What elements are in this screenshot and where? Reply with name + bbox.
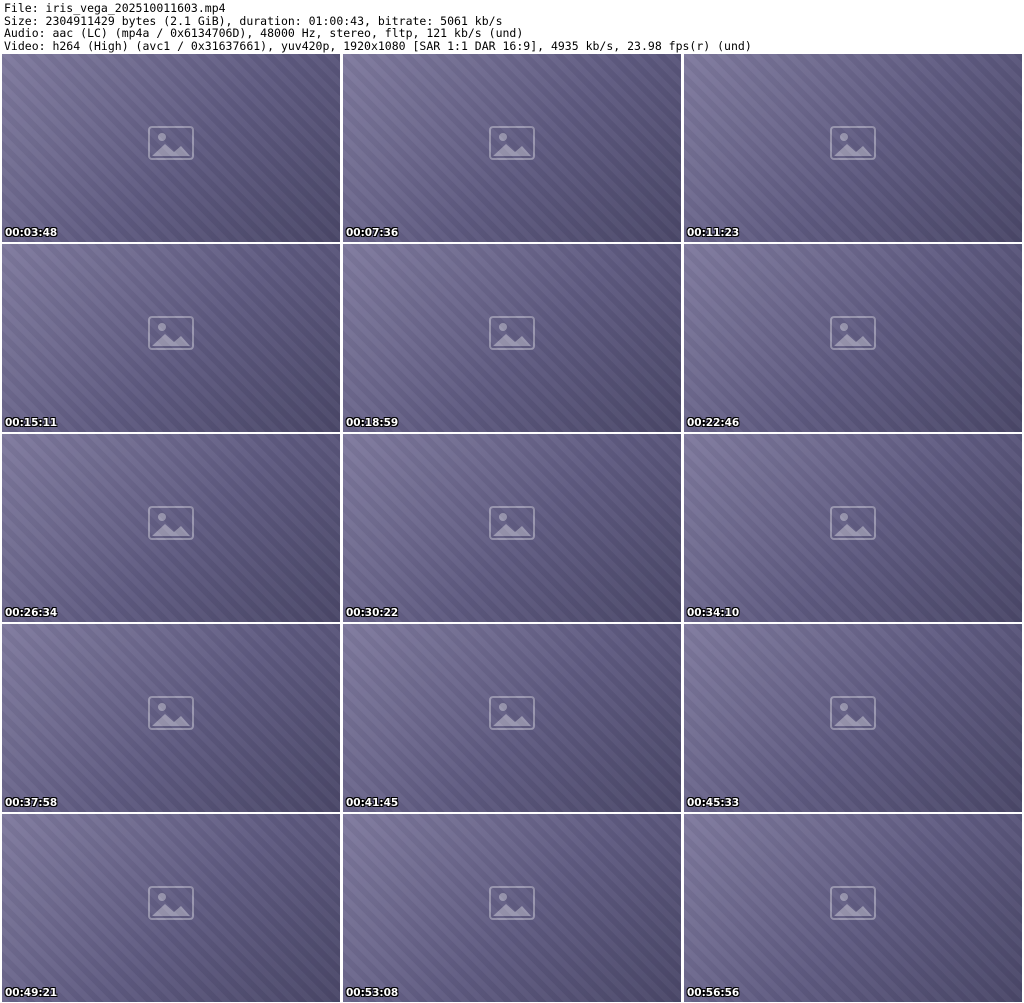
audio-info-line: Audio: aac (LC) (mp4a / 0x6134706D), 480…	[4, 26, 524, 40]
frame-timestamp: 00:03:48	[5, 227, 58, 239]
video-frame-thumbnail: 00:26:34	[2, 434, 340, 622]
video-frame-thumbnail: 00:11:23	[684, 54, 1022, 242]
image-placeholder-icon	[830, 316, 876, 350]
frame-timestamp: 00:34:10	[687, 607, 740, 619]
frame-timestamp: 00:53:08	[346, 987, 399, 999]
image-placeholder-icon	[148, 316, 194, 350]
image-placeholder-icon	[830, 506, 876, 540]
video-frame-thumbnail: 00:18:59	[343, 244, 681, 432]
image-placeholder-icon	[830, 696, 876, 730]
file-name-line: File: iris_vega_202510011603.mp4	[4, 2, 226, 15]
frame-timestamp: 00:56:56	[687, 987, 740, 999]
frame-timestamp: 00:11:23	[687, 227, 740, 239]
file-metadata: File: iris_vega_202510011603.mp4 Size: 2…	[2, 2, 1022, 54]
video-frame-thumbnail: 00:53:08	[343, 814, 681, 1002]
image-placeholder-icon	[148, 886, 194, 920]
video-frame-thumbnail: 00:41:45	[343, 624, 681, 812]
frame-timestamp: 00:26:34	[5, 607, 58, 619]
video-frame-thumbnail: 00:22:46	[684, 244, 1022, 432]
frame-timestamp: 00:37:58	[5, 797, 58, 809]
video-frame-thumbnail: 00:34:10	[684, 434, 1022, 622]
video-frame-thumbnail: 00:49:21	[2, 814, 340, 1002]
frame-timestamp: 00:30:22	[346, 607, 399, 619]
image-placeholder-icon	[489, 126, 535, 160]
video-frame-thumbnail: 00:37:58	[2, 624, 340, 812]
frame-timestamp: 00:18:59	[346, 417, 399, 429]
image-placeholder-icon	[148, 696, 194, 730]
frame-timestamp: 00:45:33	[687, 797, 740, 809]
frame-timestamp: 00:07:36	[346, 227, 399, 239]
video-frame-thumbnail: 00:30:22	[343, 434, 681, 622]
video-info-line: Video: h264 (High) (avc1 / 0x31637661), …	[4, 38, 752, 53]
image-placeholder-icon	[148, 126, 194, 160]
frame-timestamp: 00:15:11	[5, 417, 58, 429]
image-placeholder-icon	[489, 886, 535, 920]
video-frame-thumbnail: 00:03:48	[2, 54, 340, 242]
frame-timestamp: 00:49:21	[5, 987, 58, 999]
image-placeholder-icon	[489, 696, 535, 730]
video-frame-thumbnail: 00:07:36	[343, 54, 681, 242]
video-frame-thumbnail: 00:15:11	[2, 244, 340, 432]
image-placeholder-icon	[830, 126, 876, 160]
frame-timestamp: 00:41:45	[346, 797, 399, 809]
video-frame-thumbnail: 00:56:56	[684, 814, 1022, 1002]
image-placeholder-icon	[489, 316, 535, 350]
image-placeholder-icon	[148, 506, 194, 540]
contact-sheet: File: iris_vega_202510011603.mp4 Size: 2…	[0, 0, 1024, 1003]
thumbnail-grid: 00:03:48 00:07:36 00:11:23 00:15:11 00:1…	[2, 54, 1022, 1002]
frame-timestamp: 00:22:46	[687, 417, 740, 429]
image-placeholder-icon	[830, 886, 876, 920]
video-frame-thumbnail: 00:45:33	[684, 624, 1022, 812]
image-placeholder-icon	[489, 506, 535, 540]
